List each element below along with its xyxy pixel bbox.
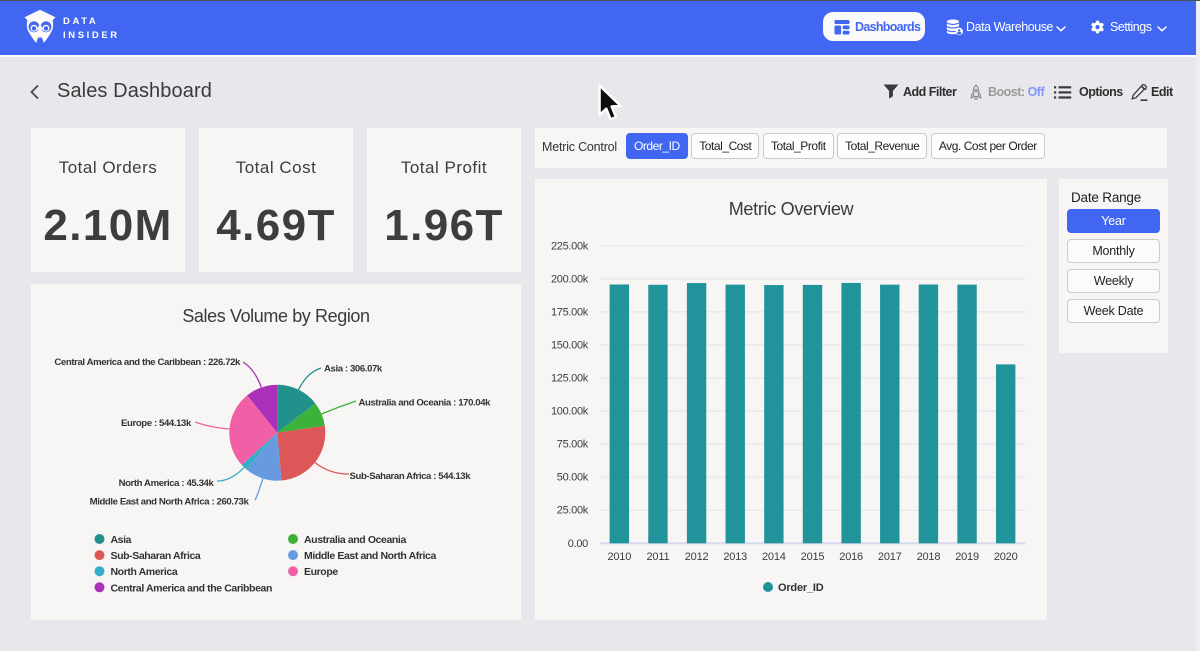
- svg-text:175.00k: 175.00k: [551, 306, 589, 318]
- svg-text:2016: 2016: [839, 551, 863, 563]
- svg-text:2015: 2015: [801, 551, 825, 563]
- svg-text:0.00: 0.00: [568, 538, 588, 550]
- svg-text:Asia: Asia: [111, 534, 132, 546]
- svg-text:Central America and the Caribb: Central America and the Caribbean: [111, 582, 272, 594]
- svg-text:Australia and Oceania : 170.04: Australia and Oceania : 170.04k: [359, 398, 492, 409]
- svg-text:Europe: Europe: [304, 566, 338, 578]
- svg-text:Central America and the Caribb: Central America and the Caribbean : 226.…: [54, 357, 241, 368]
- svg-text:100.00k: 100.00k: [551, 406, 589, 418]
- svg-text:225.00k: 225.00k: [551, 240, 589, 252]
- svg-text:2013: 2013: [723, 551, 747, 563]
- svg-text:75.00k: 75.00k: [557, 439, 589, 451]
- svg-text:50.00k: 50.00k: [557, 472, 589, 484]
- svg-text:Sub-Saharan Africa : 544.13k: Sub-Saharan Africa : 544.13k: [350, 471, 472, 482]
- svg-text:125.00k: 125.00k: [551, 373, 589, 385]
- svg-text:2012: 2012: [685, 551, 709, 563]
- svg-text:2017: 2017: [878, 551, 902, 563]
- svg-text:Australia and Oceania: Australia and Oceania: [304, 534, 406, 546]
- svg-text:200.00k: 200.00k: [551, 273, 589, 285]
- svg-text:2014: 2014: [762, 551, 786, 563]
- svg-text:Middle East and North Africa: Middle East and North Africa: [304, 550, 436, 562]
- svg-text:2018: 2018: [917, 551, 941, 563]
- svg-text:25.00k: 25.00k: [557, 505, 589, 517]
- svg-text:North America : 45.34k: North America : 45.34k: [119, 478, 215, 489]
- svg-text:2019: 2019: [955, 551, 979, 563]
- svg-text:Sub-Saharan Africa: Sub-Saharan Africa: [111, 550, 201, 562]
- svg-text:Europe : 544.13k: Europe : 544.13k: [121, 418, 192, 429]
- svg-text:Asia : 306.07k: Asia : 306.07k: [324, 364, 383, 375]
- svg-text:150.00k: 150.00k: [551, 339, 589, 351]
- svg-text:Order_ID: Order_ID: [778, 582, 824, 594]
- svg-text:2020: 2020: [994, 551, 1018, 563]
- svg-text:North America: North America: [111, 566, 178, 578]
- svg-text:2010: 2010: [607, 551, 631, 563]
- svg-text:Middle East and North Africa :: Middle East and North Africa : 260.73k: [90, 497, 250, 508]
- svg-text:2011: 2011: [647, 551, 670, 563]
